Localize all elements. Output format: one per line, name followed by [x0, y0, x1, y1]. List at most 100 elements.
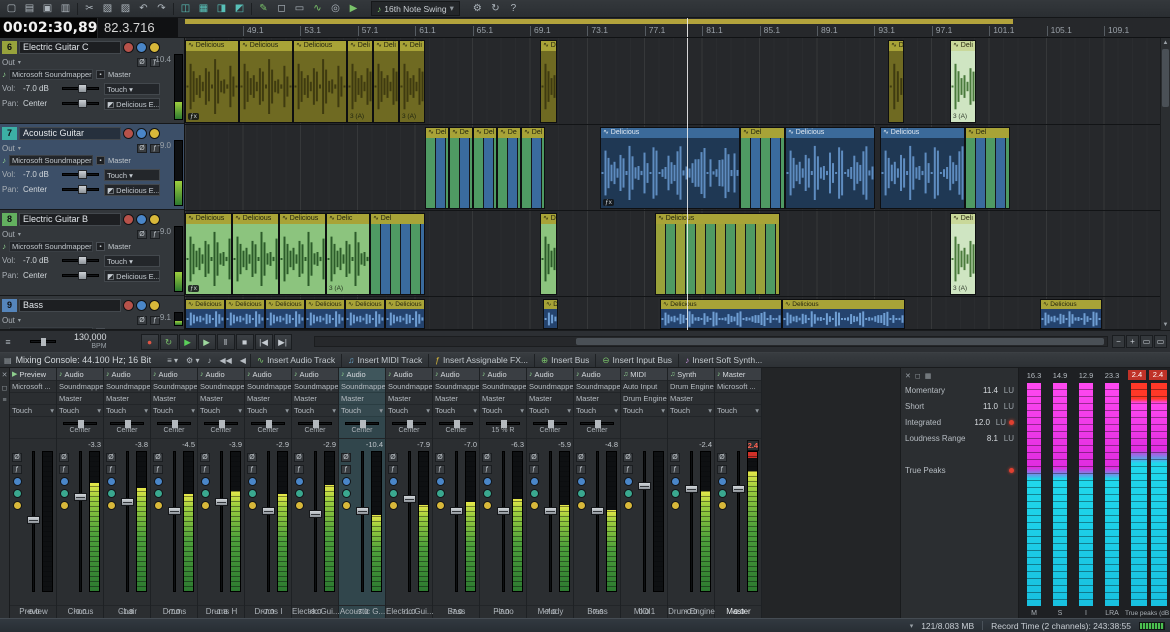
solo-button[interactable]: [149, 42, 160, 53]
solo-button[interactable]: [389, 501, 398, 510]
phase-button[interactable]: Ø: [341, 453, 351, 462]
audio-clip[interactable]: ∿ Del: [740, 127, 785, 209]
channel-name-drums-i[interactable]: Drums I: [245, 606, 292, 618]
phase-button[interactable]: Ø: [717, 453, 727, 462]
channel-bus[interactable]: Master: [245, 393, 291, 405]
channel-bus[interactable]: Master: [386, 393, 432, 405]
audio-clip[interactable]: ∿ D: [540, 40, 557, 123]
volume-fader[interactable]: [27, 451, 40, 592]
stop-button[interactable]: ■: [236, 334, 254, 350]
solo-button[interactable]: [248, 501, 257, 510]
audio-clip[interactable]: ∿ D: [888, 40, 904, 123]
channel-type[interactable]: ♫MIDI: [621, 368, 667, 381]
record-input-button[interactable]: [624, 477, 633, 486]
audio-clip[interactable]: ∿ Delicious: [1040, 299, 1102, 329]
dock-icon[interactable]: ▦: [925, 372, 932, 380]
automation-mode[interactable]: Touch▾: [151, 405, 197, 417]
channel-device[interactable]: Soundmapper: [433, 381, 479, 393]
audio-clip[interactable]: ∿ Delicious: [225, 299, 265, 329]
pan-control[interactable]: [668, 417, 714, 439]
phase-button[interactable]: Ø: [137, 316, 147, 325]
audio-clip[interactable]: ∿ Delicious: [655, 213, 780, 295]
audio-clip[interactable]: ∿ Deli3 (A): [950, 40, 976, 123]
channel-device[interactable]: Soundmapper: [480, 381, 526, 393]
master-checkbox[interactable]: ▪: [96, 70, 105, 79]
phase-button[interactable]: Ø: [137, 58, 147, 67]
audio-clip[interactable]: ∿ Delicious: [345, 299, 385, 329]
channel-device[interactable]: Soundmapper: [245, 381, 291, 393]
volume-fader[interactable]: [262, 451, 275, 592]
fx-button[interactable]: ƒ: [247, 465, 257, 474]
pan-slider[interactable]: [486, 422, 520, 425]
audio-clip[interactable]: ∿ Deliciousƒx: [185, 40, 239, 123]
solo-button[interactable]: [154, 501, 163, 510]
pan-slider[interactable]: [580, 422, 614, 425]
play-tool-icon[interactable]: ▶: [345, 1, 362, 16]
channel-bus[interactable]: [10, 393, 56, 405]
mute-button[interactable]: [248, 489, 257, 498]
channel-bus[interactable]: Drum Engine: [621, 393, 667, 405]
phase-button[interactable]: Ø: [12, 453, 22, 462]
close-icon[interactable]: ✕: [905, 372, 911, 380]
audio-clip[interactable]: ∿ Deliciousƒx: [600, 127, 740, 209]
pan-control[interactable]: Center: [339, 417, 385, 439]
open-icon[interactable]: ▤: [21, 1, 38, 16]
pan-slider[interactable]: [298, 422, 332, 425]
fx-button[interactable]: ƒ: [576, 465, 586, 474]
play-from-start-button[interactable]: ▶: [179, 334, 197, 350]
phase-button[interactable]: Ø: [137, 230, 147, 239]
audio-clip[interactable]: ∿ Delicious: [880, 127, 965, 209]
track-header-acoustic-guitar[interactable]: 7Acoustic GuitarOut▾Øƒ♪Microsoft Soundma…: [0, 124, 184, 210]
fx-button[interactable]: ƒ: [435, 465, 445, 474]
record-input-button[interactable]: [530, 477, 539, 486]
solo-button[interactable]: [342, 501, 351, 510]
clips-area[interactable]: ∿ Deliciousƒx∿ Delicious∿ Delicious∿ Del…: [185, 38, 1160, 330]
automation-mode[interactable]: Touch▾: [621, 405, 667, 417]
mixer-strip-acoustic-g[interactable]: ♪AudioSoundmapperMasterTouch▾Center-10.4…: [339, 368, 386, 618]
mixer-strip-electric-gui[interactable]: ♪AudioSoundmapperMasterTouch▾Center-2.9Ø…: [292, 368, 339, 618]
phase-button[interactable]: Ø: [137, 144, 147, 153]
fx-button[interactable]: ƒ: [200, 465, 210, 474]
mute-button[interactable]: [60, 489, 69, 498]
button-insert-bus[interactable]: ⊕Insert Bus: [534, 354, 595, 367]
track-header-electric-guitar-b[interactable]: 8Electric Guitar BOut▾Øƒ♪Microsoft Sound…: [0, 210, 184, 296]
redo-icon[interactable]: ↷: [153, 1, 170, 16]
go-to-start-button[interactable]: |◀: [255, 334, 273, 350]
audio-clip[interactable]: ∿ Delicious: [785, 127, 875, 209]
volume-fader[interactable]: [591, 451, 604, 592]
fx-button[interactable]: ƒ: [12, 465, 22, 474]
channel-type[interactable]: ♪Audio: [574, 368, 620, 381]
channel-type[interactable]: ♪Master: [715, 368, 761, 381]
solo-button[interactable]: [436, 501, 445, 510]
phase-button[interactable]: Ø: [623, 453, 633, 462]
phase-button[interactable]: Ø: [388, 453, 398, 462]
solo-button[interactable]: [530, 501, 539, 510]
pan-control[interactable]: [715, 417, 761, 439]
channel-type[interactable]: ♫Synth: [668, 368, 714, 381]
pan-slider[interactable]: [157, 422, 191, 425]
volume-fader[interactable]: [685, 451, 698, 592]
volume-fader[interactable]: [497, 451, 510, 592]
arm-record-button[interactable]: [123, 300, 134, 311]
channel-device[interactable]: Soundmapper: [339, 381, 385, 393]
master-checkbox[interactable]: ▪: [96, 242, 105, 251]
fx-button[interactable]: ƒ: [388, 465, 398, 474]
audio-clip[interactable]: ∿ D: [540, 213, 557, 295]
audio-clip[interactable]: ∿ Deli3 (A): [399, 40, 425, 123]
volume-fader[interactable]: [544, 451, 557, 592]
fx-button[interactable]: ƒ: [294, 465, 304, 474]
solo-button[interactable]: [671, 501, 680, 510]
channel-name-choir[interactable]: Choir: [104, 606, 151, 618]
audio-clip[interactable]: ∿ Delicious: [305, 299, 345, 329]
automation-select[interactable]: Touch ▾: [104, 169, 160, 181]
render-icon[interactable]: ▥: [57, 1, 74, 16]
mute-button[interactable]: [136, 128, 147, 139]
mixer-settings-icon[interactable]: ⚙ ▾: [182, 356, 203, 365]
device-select[interactable]: Microsoft Soundmapper: [9, 155, 93, 166]
pan-control[interactable]: Center: [198, 417, 244, 439]
channel-name-bass[interactable]: Bass: [433, 606, 480, 618]
automation-mode[interactable]: Touch▾: [10, 405, 56, 417]
channel-bus[interactable]: Master: [339, 393, 385, 405]
zoom-project-button[interactable]: ▭: [1154, 335, 1167, 348]
fx-button[interactable]: ƒ: [717, 465, 727, 474]
